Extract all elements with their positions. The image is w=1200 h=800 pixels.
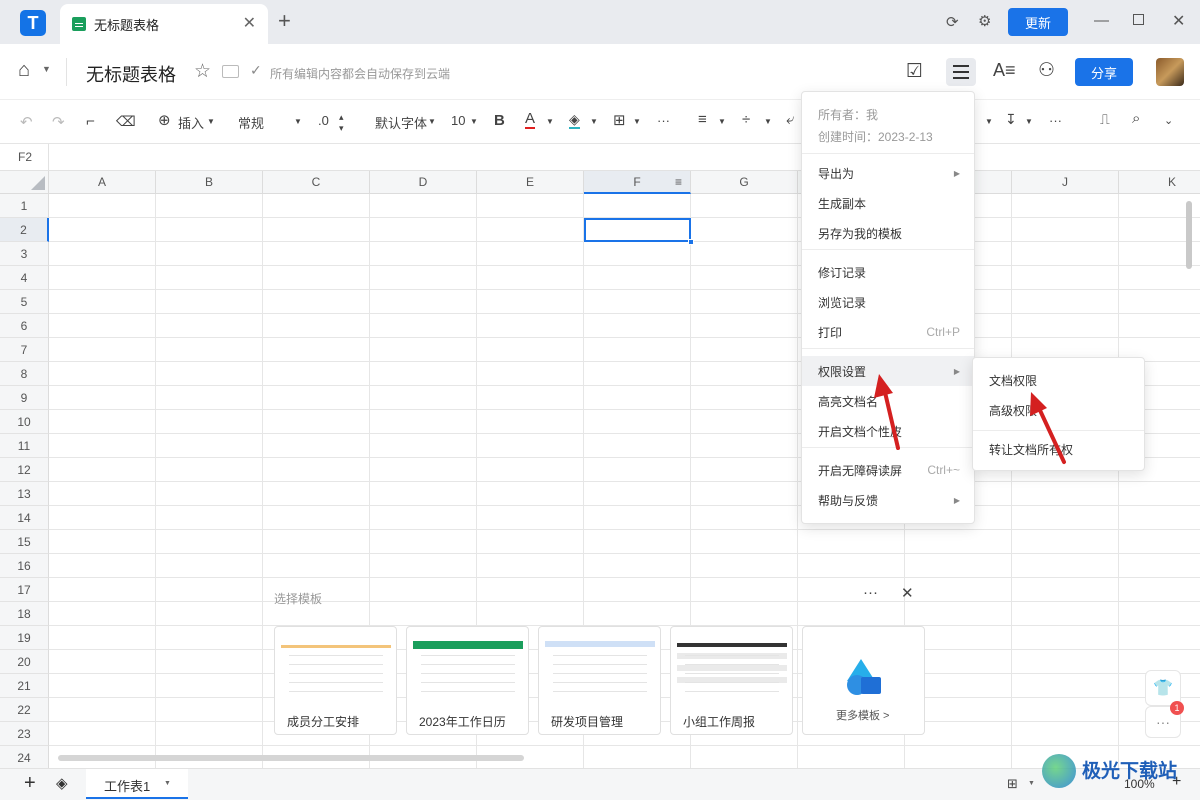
arrow-annotation: [1030, 392, 1066, 464]
app-window: T 无标题表格 ✕ + ⟳ ⚙ 更新 — ✕ ⌂ ▼ 无标题表格 ☆ ✓ 所有编…: [0, 0, 1200, 800]
arrow-annotation: [874, 374, 900, 450]
annotation-arrows: [874, 374, 1066, 464]
